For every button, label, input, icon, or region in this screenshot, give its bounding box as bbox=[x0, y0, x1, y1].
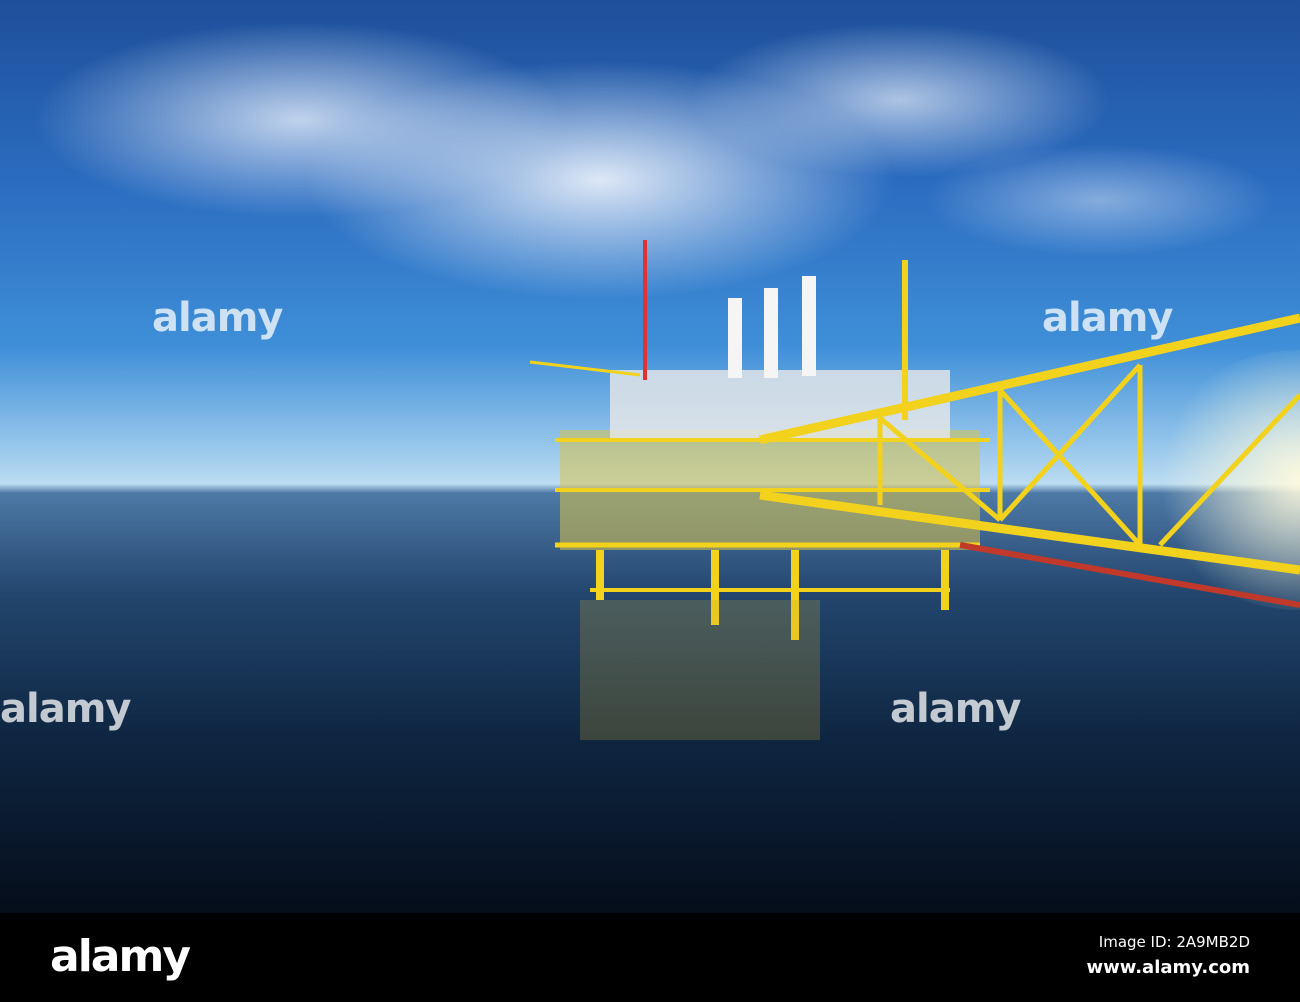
stock-photo: alamy alamy alamy alamy bbox=[0, 0, 1300, 913]
watermark: alamy bbox=[0, 686, 131, 732]
footer-bar: alamy Image ID: 2A9MB2D www.alamy.com bbox=[0, 913, 1300, 1002]
watermark: alamy bbox=[1042, 295, 1173, 341]
watermark: alamy bbox=[152, 295, 283, 341]
site-url: www.alamy.com bbox=[1086, 957, 1250, 978]
image-id: Image ID: 2A9MB2D bbox=[1098, 933, 1250, 951]
oil-platform bbox=[529, 240, 1300, 740]
alamy-logo: alamy bbox=[50, 931, 191, 982]
watermark: alamy bbox=[890, 686, 1021, 732]
